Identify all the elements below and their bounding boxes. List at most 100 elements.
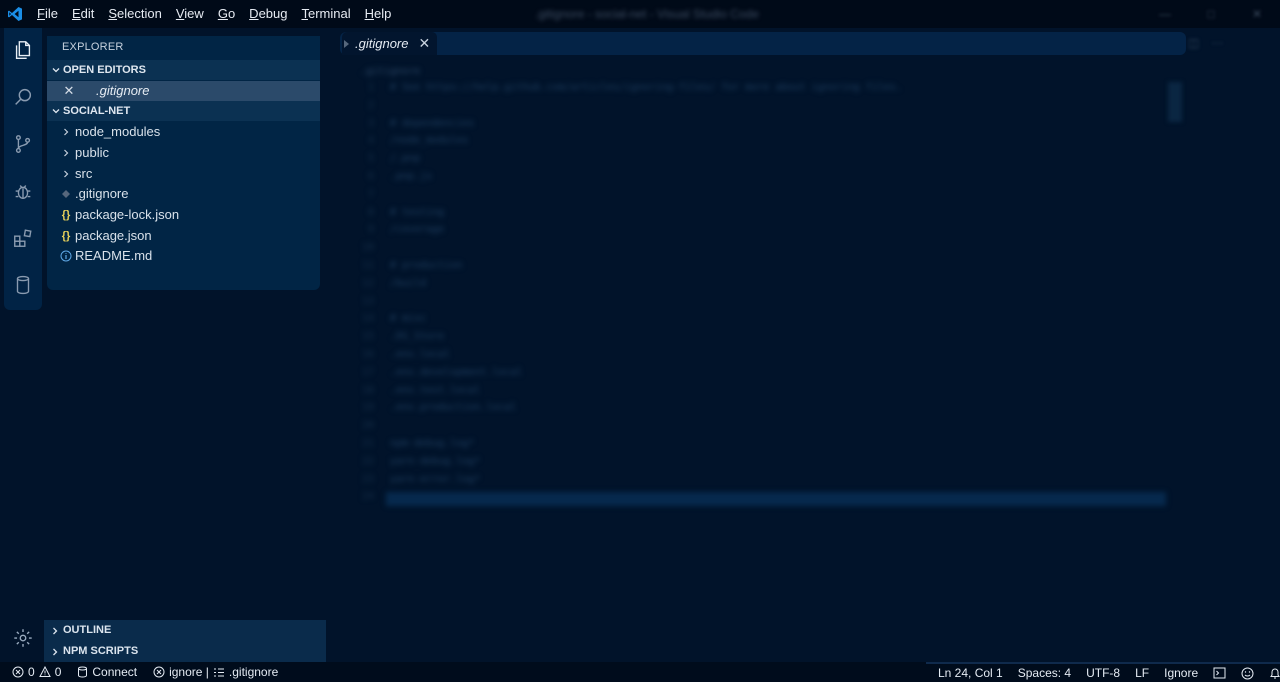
problems-indicator[interactable]: 0 0	[12, 665, 61, 679]
file-package-lock-json[interactable]: {} package-lock.json	[47, 205, 320, 225]
chevron-right-icon	[59, 148, 73, 158]
code-line: /.pnp	[390, 153, 421, 165]
code-line: .env.development.local	[390, 366, 523, 378]
cursor-position[interactable]: Ln 24, Col 1	[938, 666, 1003, 680]
minimap[interactable]	[1168, 82, 1182, 122]
menu-selection[interactable]: Selection	[101, 0, 168, 28]
line-number: 11	[361, 260, 374, 271]
maximize-icon[interactable]: □	[1188, 0, 1234, 28]
status-bar: 0 0 Connect ignore | .gitignore Ln 24, C…	[0, 662, 1280, 682]
window-controls: — □ ✕	[1142, 0, 1280, 28]
folder-public[interactable]: public	[47, 143, 320, 163]
folder-node-modules[interactable]: node_modules	[47, 122, 320, 142]
feedback-icon[interactable]	[1241, 667, 1254, 680]
npm-scripts-label: NPM SCRIPTS	[63, 645, 139, 657]
file-gitignore[interactable]: .gitignore	[47, 184, 320, 204]
code-view: .gitignore 1 # See https://help.github.co…	[330, 58, 1280, 658]
notifications-bell-icon[interactable]	[1269, 667, 1280, 680]
code-line: /coverage	[390, 224, 445, 236]
line-number: 21	[361, 438, 374, 449]
activity-bar	[4, 28, 42, 310]
code-line: .DS_Store	[390, 331, 445, 343]
code-line: # dependencies	[390, 117, 475, 129]
terminal-icon[interactable]	[1213, 667, 1226, 679]
line-number: 23	[361, 473, 374, 485]
window-title: .gitignore - social-net - Visual Studio …	[535, 7, 759, 21]
more-actions-icon[interactable]: ⋯	[1211, 36, 1223, 50]
line-number: 2	[367, 99, 374, 111]
connect-label: Connect	[92, 665, 138, 679]
tab-gitignore[interactable]: .gitignore ✕	[342, 32, 437, 55]
code-line: # testing	[390, 206, 445, 218]
code-line: npm-debug.log*	[390, 438, 475, 449]
folder-src[interactable]: src	[47, 164, 320, 184]
sidebar-bottom-sections: OUTLINE NPM SCRIPTS	[44, 620, 326, 662]
warning-icon	[38, 666, 51, 677]
folder-label: node_modules	[75, 124, 161, 139]
close-icon[interactable]: ✕	[418, 35, 430, 52]
debug-icon[interactable]	[4, 171, 42, 211]
minimize-icon[interactable]: —	[1142, 0, 1188, 28]
line-number: 20	[361, 420, 374, 432]
database-icon	[78, 666, 88, 678]
line-number: 17	[361, 366, 374, 378]
file-label: README.md	[75, 248, 153, 263]
open-editor-item[interactable]: ✕ .gitignore	[47, 81, 320, 101]
menu-file[interactable]: File	[30, 0, 65, 28]
open-editors-label: OPEN EDITORS	[63, 64, 146, 76]
chevron-right-icon	[48, 626, 62, 636]
source-control-icon[interactable]	[4, 124, 42, 164]
file-readme-md[interactable]: README.md	[47, 246, 320, 266]
info-icon	[59, 250, 73, 262]
chevron-down-icon	[49, 106, 63, 116]
npm-scripts-section-header[interactable]: NPM SCRIPTS	[44, 641, 326, 662]
menu-help[interactable]: Help	[358, 0, 399, 28]
encoding[interactable]: UTF-8	[1086, 666, 1120, 680]
indentation[interactable]: Spaces: 4	[1018, 666, 1071, 680]
menu-terminal[interactable]: Terminal	[294, 0, 357, 28]
end-of-line[interactable]: LF	[1135, 666, 1149, 680]
list-icon	[213, 668, 224, 676]
line-number: 8	[367, 206, 374, 218]
connect-button[interactable]: Connect	[77, 665, 137, 679]
menu-debug[interactable]: Debug	[242, 0, 294, 28]
line-number: 14	[361, 313, 374, 325]
outline-label: OUTLINE	[63, 624, 112, 636]
code-line: .env.local	[390, 349, 451, 360]
gear-icon[interactable]	[4, 620, 42, 656]
chevron-right-icon	[59, 127, 73, 137]
line-number: 4	[367, 135, 374, 147]
search-icon[interactable]	[4, 77, 42, 117]
close-window-icon[interactable]: ✕	[1234, 0, 1280, 28]
code-line: yarn-debug.log*	[390, 455, 481, 467]
tab-label: .gitignore	[355, 36, 409, 51]
menu-edit[interactable]: Edit	[65, 0, 101, 28]
language-status[interactable]: ignore | .gitignore	[153, 665, 278, 679]
code-line: /build	[390, 277, 427, 289]
explorer-icon[interactable]	[4, 30, 42, 70]
editor-area[interactable]: .gitignore 1 # See https://help.github.co…	[330, 58, 1280, 658]
git-file-icon	[59, 189, 73, 199]
menu-go[interactable]: Go	[211, 0, 242, 28]
line-number: 13	[361, 295, 374, 307]
line-number: 22	[361, 455, 374, 467]
language-mode[interactable]: Ignore	[1164, 666, 1198, 680]
line-number: 12	[361, 277, 374, 289]
line-number: 16	[361, 349, 374, 360]
open-editors-header[interactable]: OPEN EDITORS	[47, 60, 320, 80]
error-count: 0	[28, 665, 35, 679]
menu-view[interactable]: View	[169, 0, 211, 28]
project-header[interactable]: SOCIAL-NET	[47, 101, 320, 121]
breadcrumb: .gitignore	[360, 66, 421, 77]
outline-section-header[interactable]: OUTLINE	[44, 620, 326, 641]
editor-tab-bar: .gitignore ✕	[340, 32, 1186, 55]
extensions-icon[interactable]	[4, 218, 42, 258]
database-icon[interactable]	[4, 265, 42, 305]
editor-actions: ◫ ⋯	[1188, 36, 1223, 50]
split-editor-icon[interactable]: ◫	[1188, 36, 1199, 50]
file-package-json[interactable]: {} package.json	[47, 226, 320, 246]
code-line: .env.test.local	[390, 384, 481, 396]
line-number: 7	[367, 188, 374, 200]
code-line: # misc	[390, 313, 427, 325]
close-icon[interactable]: ✕	[62, 81, 76, 101]
